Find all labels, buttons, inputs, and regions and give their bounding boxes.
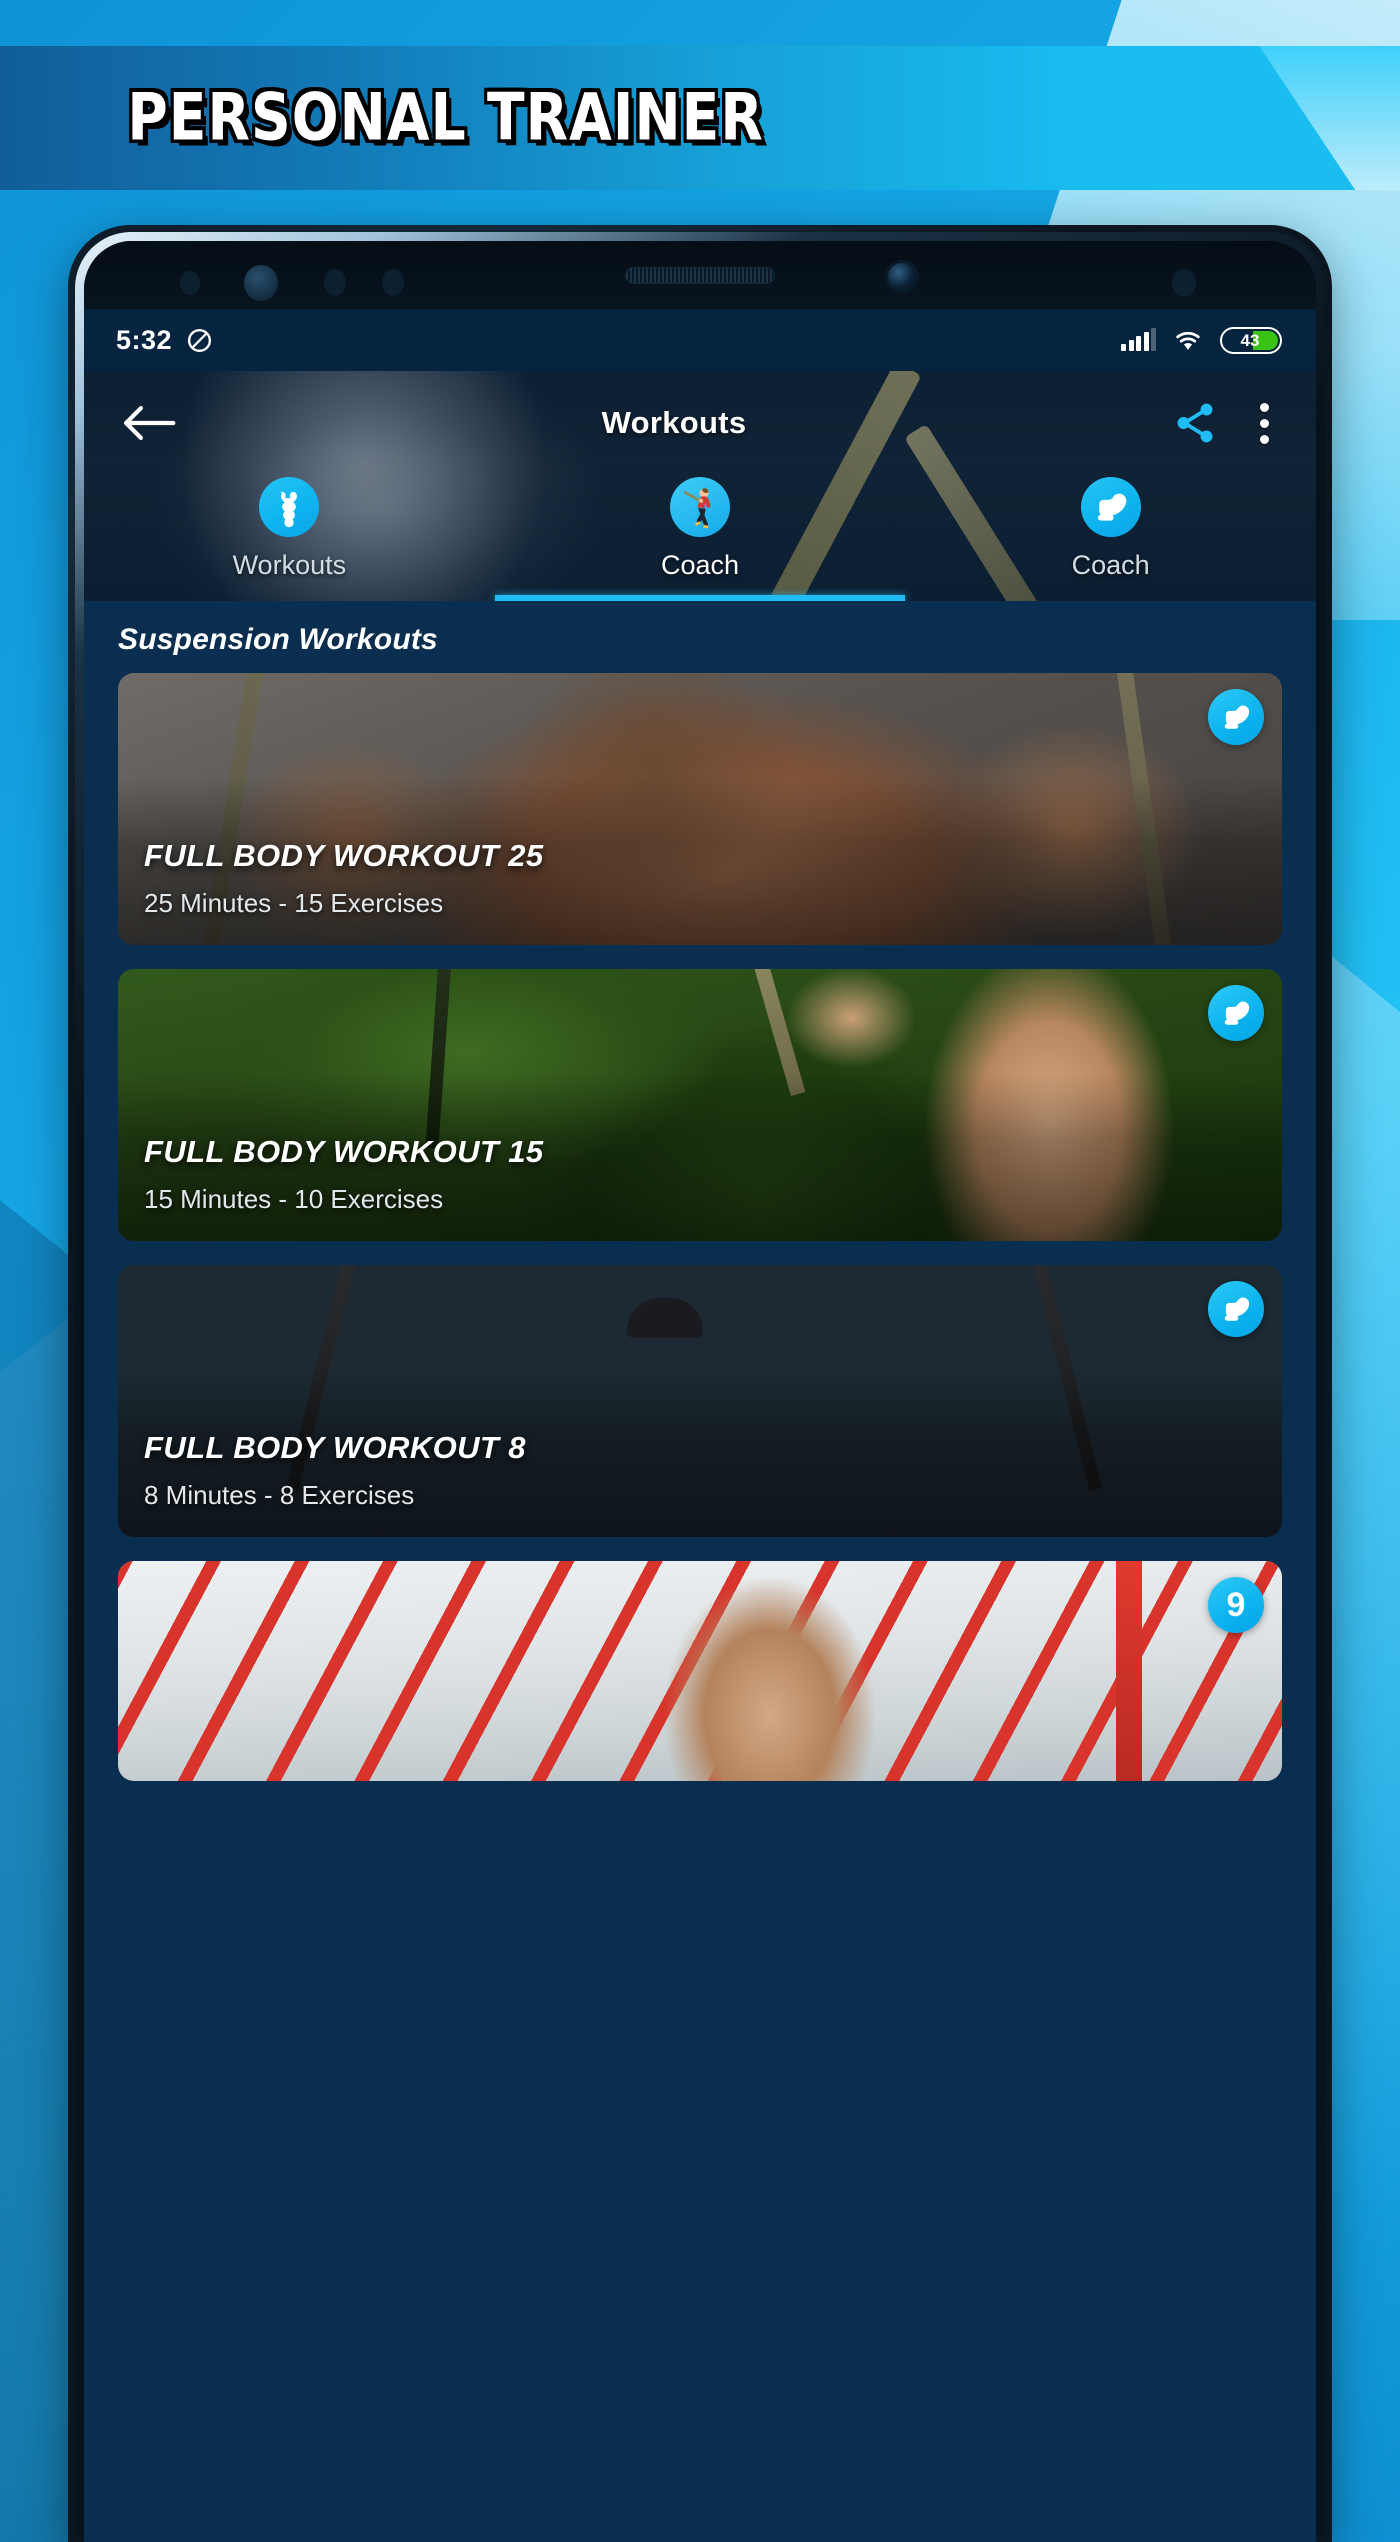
coach-person-icon [670, 477, 730, 537]
active-tab-indicator [494, 595, 906, 601]
do-not-disturb-icon [188, 328, 212, 352]
battery-indicator: 43 [1220, 326, 1282, 354]
workout-card-text: FULL BODY WORKOUT 25 25 Minutes - 15 Exe… [144, 838, 1202, 919]
tab-label-workouts: Workouts [232, 550, 347, 580]
workout-badge: 9 [1208, 1577, 1264, 1633]
tab-label-coach-primary: Coach [660, 550, 740, 580]
front-sensor-lens [244, 265, 278, 301]
gym-frame-post [1116, 1561, 1143, 1781]
bicep-flex-icon [1224, 1297, 1250, 1321]
bicep-flex-icon [1080, 477, 1141, 537]
phone-body: 5:32 43 Workouts Workouts Coach Coach Su… [84, 241, 1316, 2542]
page-title: Workouts [601, 405, 747, 440]
back-arrow-icon[interactable] [122, 404, 176, 442]
status-clock: 5:32 [116, 324, 173, 355]
workout-card[interactable]: 9 [118, 1561, 1282, 1781]
workout-title: FULL BODY WORKOUT 25 [144, 838, 544, 873]
status-bar-left: 5:32 [116, 325, 213, 356]
tab-coach-primary[interactable]: Coach [495, 475, 906, 601]
bicep-flex-icon [1224, 1001, 1250, 1025]
overflow-menu-icon[interactable] [1250, 399, 1278, 448]
phone-mockup: 5:32 43 Workouts Workouts Coach Coach Su… [68, 225, 1332, 2542]
battery-percent-label: 43 [1240, 330, 1260, 350]
status-bar: 5:32 43 [84, 309, 1316, 371]
bicep-flex-icon [1224, 705, 1250, 729]
tab-coach-secondary[interactable]: Coach [905, 475, 1316, 601]
workout-card[interactable]: FULL BODY WORKOUT 25 25 Minutes - 15 Exe… [118, 673, 1282, 945]
workout-subtitle: 8 Minutes - 8 Exercises [144, 1480, 415, 1510]
front-camera-icon [888, 263, 916, 291]
status-bar-right: 43 [1121, 326, 1282, 354]
workout-card-text: FULL BODY WORKOUT 15 15 Minutes - 10 Exe… [144, 1134, 1202, 1215]
cellular-signal-icon [1121, 328, 1156, 351]
tab-bar: Workouts Coach Coach [84, 475, 1316, 601]
section-title: Suspension Workouts [118, 623, 438, 656]
workout-title: FULL BODY WORKOUT 15 [144, 1134, 544, 1169]
toolbar-actions [1172, 399, 1278, 448]
workout-card[interactable]: FULL BODY WORKOUT 8 8 Minutes - 8 Exerci… [118, 1265, 1282, 1537]
muscle-anatomy-icon [259, 477, 320, 537]
sensor-dot-1 [180, 271, 200, 295]
earpiece-speaker [625, 267, 775, 284]
sensor-dot-2 [324, 269, 346, 296]
workout-badge [1208, 985, 1264, 1041]
section-header: Suspension Workouts [84, 601, 1316, 673]
sensor-dot-3 [382, 269, 404, 296]
workout-card-text: FULL BODY WORKOUT 8 8 Minutes - 8 Exerci… [144, 1430, 1202, 1511]
workout-badge-number: 9 [1226, 1586, 1246, 1624]
app-hero-header: Workouts Workouts Coach Coach [84, 371, 1316, 601]
phone-screen: 5:32 43 Workouts Workouts Coach Coach Su… [84, 309, 1316, 2542]
workout-list: FULL BODY WORKOUT 25 25 Minutes - 15 Exe… [84, 673, 1316, 1781]
tab-label-coach-secondary: Coach [1071, 550, 1150, 580]
app-toolbar: Workouts [84, 371, 1316, 475]
workout-subtitle: 25 Minutes - 15 Exercises [144, 888, 444, 918]
wifi-icon [1176, 331, 1200, 350]
phone-top-bezel [84, 241, 1316, 309]
promo-banner-title: PERSONAL TRAINER [127, 80, 764, 156]
workout-badge [1208, 1281, 1264, 1337]
workout-badge [1208, 689, 1264, 745]
workout-photo [118, 1561, 1282, 1781]
workout-card[interactable]: FULL BODY WORKOUT 15 15 Minutes - 10 Exe… [118, 969, 1282, 1241]
tab-workouts[interactable]: Workouts [84, 475, 495, 601]
workout-subtitle: 15 Minutes - 10 Exercises [144, 1184, 444, 1214]
share-icon[interactable] [1172, 400, 1218, 446]
sensor-dot-4 [1172, 269, 1196, 297]
workout-title: FULL BODY WORKOUT 8 [144, 1430, 526, 1465]
